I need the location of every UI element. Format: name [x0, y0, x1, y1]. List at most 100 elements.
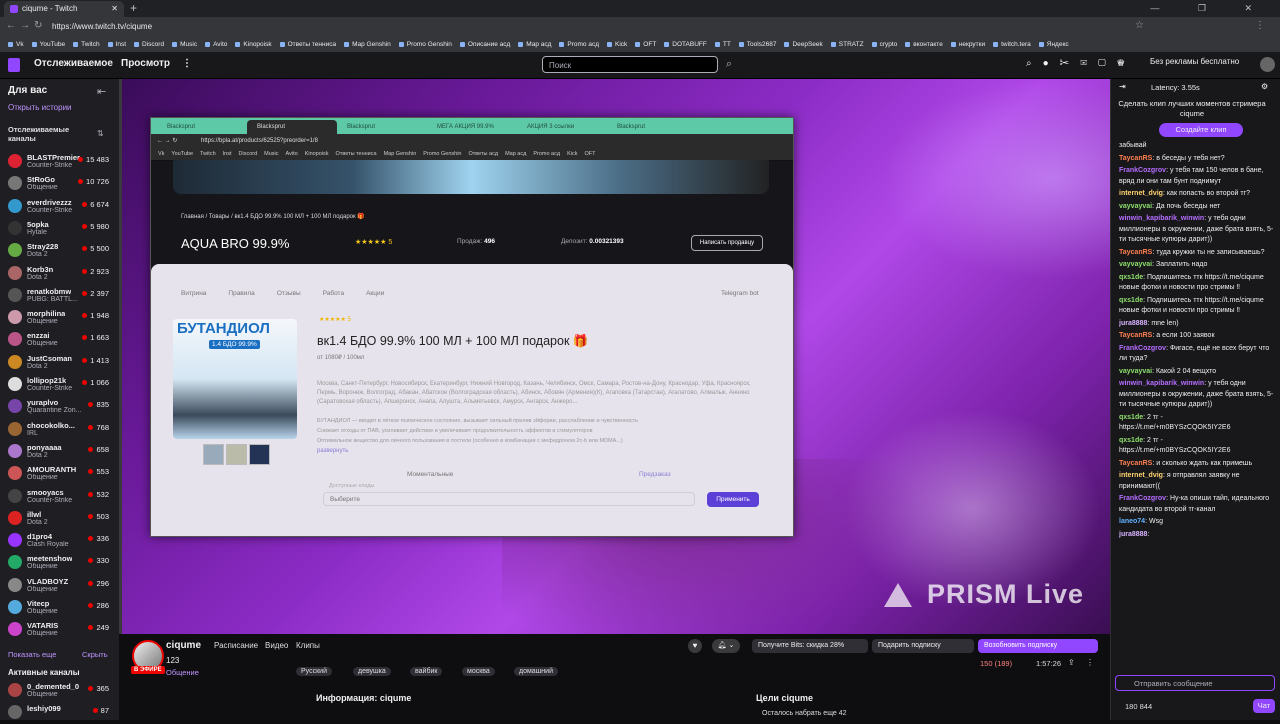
chat-username[interactable]: TaycanRS	[1119, 249, 1152, 256]
bookmark-item[interactable]: Kick	[607, 37, 627, 52]
bookmark-item[interactable]: Twitch	[73, 37, 99, 52]
sidebar-channel[interactable]: yuraplvo Quarantine Zon... 835	[0, 396, 119, 418]
stream-tag[interactable]: девушка	[353, 667, 391, 676]
sidebar-channel[interactable]: illwl Dota 2 503	[0, 508, 119, 530]
bookmark-star-icon[interactable]: ☆	[1135, 20, 1144, 31]
stream-tag[interactable]: вайбик	[410, 667, 443, 676]
user-avatar[interactable]	[1260, 57, 1275, 72]
bookmark-item[interactable]: Map Genshin	[344, 37, 391, 52]
chat-username[interactable]: jura8888	[1119, 320, 1147, 327]
bookmark-item[interactable]: Описание асд	[460, 37, 510, 52]
nav-browse[interactable]: Просмотр	[121, 58, 170, 69]
resubscribe-button[interactable]: Возобновить подписку	[978, 639, 1098, 653]
chat-username[interactable]: vayvayvai	[1119, 368, 1152, 375]
video-player[interactable]: PRISM Live Blacksprut Blacksprut Blackspru…	[122, 79, 1110, 634]
chat-username[interactable]: winwin_kapibarik_winwin	[1119, 380, 1204, 387]
bookmark-item[interactable]: DeepSeek	[784, 37, 822, 52]
hide-link[interactable]: Скрыть	[82, 650, 108, 659]
nav-more-icon[interactable]: ⋮	[182, 58, 192, 69]
chat-username[interactable]: TaycanRS	[1119, 155, 1152, 162]
collapse-sidebar-icon[interactable]: ⇤	[97, 85, 106, 98]
chat-username[interactable]: TaycanRS	[1119, 332, 1152, 339]
bookmark-item[interactable]: некрутки	[951, 37, 985, 52]
open-stories-link[interactable]: Открыть истории	[8, 103, 72, 112]
browser-menu-icon[interactable]: ⋮	[1255, 20, 1265, 31]
sidebar-channel[interactable]: ponyaaaa Dota 2 658	[0, 441, 119, 463]
streamer-name[interactable]: ciqume	[166, 640, 201, 651]
share-icon[interactable]: ⇪	[1068, 658, 1075, 667]
chat-username[interactable]: winwin_kapibarik_winwin	[1119, 215, 1204, 222]
bookmark-item[interactable]: вконтакте	[905, 37, 943, 52]
sidebar-channel[interactable]: smooyacs Counter-Strike 532	[0, 486, 119, 508]
window-controls[interactable]: — ❐ ✕	[1150, 0, 1270, 16]
notifications-bell-icon[interactable]: 🔔︎ ⌄	[712, 639, 740, 653]
new-tab-button[interactable]: +	[130, 0, 137, 16]
chat-username[interactable]: qxs1de	[1119, 414, 1143, 421]
collapse-chat-icon[interactable]: ⇥	[1119, 82, 1126, 91]
back-icon[interactable]: ←	[6, 20, 16, 31]
chat-username[interactable]: TaycanRS	[1119, 460, 1152, 467]
chat-username[interactable]: FrankCozgrov	[1119, 167, 1166, 174]
sidebar-channel[interactable]: everdrivezzz Counter-Strike 6 674	[0, 196, 119, 218]
top-action-icons[interactable]: ⌕●✂✉▢♛	[1026, 58, 1136, 69]
nav-following[interactable]: Отслеживаемое	[34, 58, 113, 69]
sidebar-channel[interactable]: d1pro4 Clash Royale 336	[0, 530, 119, 552]
twitch-logo-icon[interactable]	[8, 58, 20, 72]
gift-sub-button[interactable]: Подарить подписку	[872, 639, 974, 653]
sidebar-channel[interactable]: JustCsoman Dota 2 1 413	[0, 352, 119, 374]
sidebar-channel[interactable]: chocokolko... IRL 768	[0, 419, 119, 441]
url-input[interactable]: https://www.twitch.tv/ciqume	[52, 20, 1122, 34]
stream-tag[interactable]: домашний	[514, 667, 558, 676]
reload-icon[interactable]: ↻	[34, 20, 42, 31]
sidebar-channel[interactable]: 0_demented_0 Общение 365	[0, 680, 119, 702]
stream-category[interactable]: Общение	[166, 668, 199, 677]
bookmark-item[interactable]: Vk	[8, 37, 24, 52]
search-icon[interactable]: ⌕	[721, 56, 737, 73]
sidebar-channel[interactable]: renatkobmw PUBG: BATTL... 2 397	[0, 285, 119, 307]
sidebar-channel[interactable]: BLASTPremier Counter-Strike 15 483	[0, 151, 119, 173]
stream-tag[interactable]: Русский	[296, 667, 332, 676]
bookmark-item[interactable]: twitch.tera	[993, 37, 1031, 52]
sort-icon[interactable]: ⇅	[97, 129, 104, 138]
forward-icon[interactable]: →	[20, 20, 30, 31]
bookmark-item[interactable]: Ответы тенниса	[280, 37, 336, 52]
bookmark-item[interactable]: OFT	[635, 37, 656, 52]
sidebar-channel[interactable]: morphilina Общение 1 948	[0, 307, 119, 329]
stream-tag[interactable]: москва	[462, 667, 495, 676]
browser-tab-twitch[interactable]: ciqume - Twitch ✕	[4, 1, 124, 17]
chat-username[interactable]: qxs1de	[1119, 274, 1143, 281]
channel-points[interactable]: 180 844	[1125, 702, 1152, 711]
chat-username[interactable]: vayvayvai	[1119, 203, 1152, 210]
chat-username[interactable]: FrankCozgrov	[1119, 495, 1166, 502]
bookmark-item[interactable]: DOTABUFF	[664, 37, 707, 52]
sidebar-channel[interactable]: Stray228 Dota 2 5 500	[0, 240, 119, 262]
get-bits-button[interactable]: Получите Bits: скидка 28%	[752, 639, 868, 653]
sidebar-channel[interactable]: enzzai Общение 1 663	[0, 329, 119, 351]
search-input[interactable]: Поиск	[542, 56, 718, 73]
sidebar-channel[interactable]: Korb3n Dota 2 2 923	[0, 263, 119, 285]
bookmark-item[interactable]: TT	[715, 37, 731, 52]
chat-input[interactable]: Отправить сообщение	[1115, 675, 1275, 691]
bookmark-item[interactable]: Tools2687	[739, 37, 777, 52]
bookmark-item[interactable]: Discord	[134, 37, 164, 52]
bookmark-item[interactable]: Map асд	[518, 37, 551, 52]
videos-link[interactable]: Видео	[265, 641, 288, 650]
bookmark-item[interactable]: Music	[172, 37, 197, 52]
bookmark-item[interactable]: Kinopoisk	[235, 37, 271, 52]
show-more-link[interactable]: Показать еще	[8, 650, 56, 659]
chat-username[interactable]: internet_dvig	[1119, 472, 1163, 479]
chat-username[interactable]: qxs1de	[1119, 297, 1143, 304]
ad-free-button[interactable]: Без рекламы бесплатно	[1150, 57, 1239, 66]
sidebar-channel[interactable]: Vitecp Общение 286	[0, 597, 119, 619]
bookmark-item[interactable]: YouTube	[32, 37, 66, 52]
follow-heart-icon[interactable]: ♥	[688, 639, 702, 653]
create-clip-button[interactable]: Создайте клип	[1159, 123, 1243, 137]
chat-username[interactable]: internet_dvig	[1119, 190, 1163, 197]
bookmark-item[interactable]: Promo асд	[559, 37, 599, 52]
chat-settings-icon[interactable]: ⚙	[1261, 82, 1268, 91]
sidebar-channel[interactable]: leshiy099 87	[0, 702, 119, 724]
close-tab-icon[interactable]: ✕	[111, 1, 118, 17]
chat-username[interactable]: jura8888	[1119, 531, 1147, 538]
bookmark-item[interactable]: Promo Genshin	[399, 37, 452, 52]
sidebar-channel[interactable]: AMOURANTH Общение 553	[0, 463, 119, 485]
